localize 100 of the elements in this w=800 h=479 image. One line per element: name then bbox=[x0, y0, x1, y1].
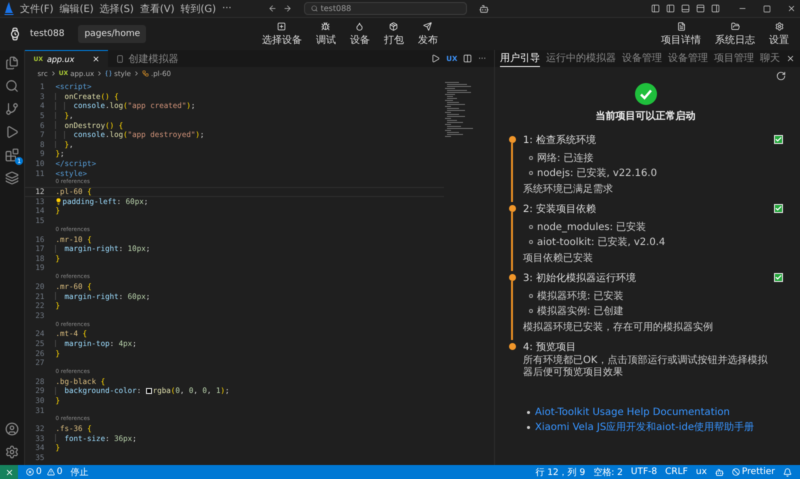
account-icon[interactable] bbox=[5, 422, 20, 436]
disabled-icon bbox=[732, 468, 740, 476]
panel-tab[interactable]: 用户引导 bbox=[500, 50, 540, 67]
bullet-icon bbox=[527, 411, 530, 414]
refresh-icon[interactable] bbox=[776, 71, 786, 81]
layout-icon[interactable] bbox=[651, 4, 660, 13]
maximize-icon[interactable] bbox=[763, 4, 772, 12]
run-icon[interactable] bbox=[5, 125, 20, 139]
task-status[interactable]: 停止 bbox=[70, 466, 88, 478]
status-item[interactable]: 行 12，列 9 bbox=[535, 466, 586, 478]
help-link[interactable]: Aiot-Toolkit Usage Help Documentation bbox=[535, 407, 730, 418]
copilot-icon[interactable] bbox=[714, 468, 724, 476]
timeline-dot bbox=[508, 274, 516, 281]
color-swatch bbox=[146, 388, 152, 394]
paper-plane-icon bbox=[423, 22, 432, 30]
step-item: aiot-toolkit: 已安装, v2.0.4 bbox=[537, 236, 666, 249]
forward-icon[interactable] bbox=[282, 4, 292, 13]
panel-tab[interactable]: 运行中的模拟器 bbox=[546, 50, 616, 67]
settings-icon bbox=[774, 22, 784, 30]
warning-icon bbox=[46, 468, 55, 476]
help-link[interactable]: Xiaomi Vela JS应用开发和aiot-ide使用帮助手册 bbox=[535, 420, 754, 434]
settings-icon[interactable] bbox=[5, 445, 20, 459]
search-icon bbox=[310, 5, 318, 12]
chevron-icon bbox=[96, 70, 104, 77]
step-summary: 系统环境已满足需求 bbox=[523, 184, 614, 196]
menu-item[interactable]: 文件(F) bbox=[20, 2, 54, 16]
panel-tab[interactable]: 设备管理 bbox=[668, 50, 708, 67]
panel-tab[interactable]: 设备管理 bbox=[622, 50, 662, 67]
toolbar-button[interactable]: 设备 bbox=[346, 22, 373, 46]
step-item: nodejs: 已安装, v22.16.0 bbox=[537, 166, 657, 180]
step-item: 模拟器环境: 已安装 bbox=[537, 290, 624, 303]
bullet-icon bbox=[529, 225, 533, 229]
page-selector[interactable]: pages/home bbox=[78, 25, 146, 43]
timeline-segment bbox=[511, 212, 513, 271]
remote-icon bbox=[4, 468, 14, 476]
device-name: test088 bbox=[30, 29, 64, 39]
more-actions[interactable]: ··· bbox=[478, 54, 486, 63]
problems-indicator[interactable]: 0 0 bbox=[26, 467, 62, 477]
prettier-status[interactable]: Prettier bbox=[732, 467, 775, 477]
toolbar-button[interactable]: 设置 bbox=[766, 22, 792, 46]
bullet-icon bbox=[529, 156, 533, 160]
close-icon[interactable] bbox=[787, 4, 796, 13]
menu-item[interactable]: 选择(S) bbox=[100, 2, 134, 16]
class-icon bbox=[142, 70, 149, 77]
panel-tab[interactable]: 聊天 bbox=[760, 50, 780, 67]
bullet-icon bbox=[529, 171, 533, 175]
toolbar-button[interactable]: 调试 bbox=[312, 22, 339, 46]
phone-icon bbox=[116, 55, 124, 63]
status-item[interactable]: CRLF bbox=[665, 467, 688, 477]
notification-icon[interactable] bbox=[783, 468, 792, 476]
step-title: 4: 预览项目 bbox=[523, 341, 577, 354]
search-field[interactable]: test088 bbox=[304, 2, 468, 15]
square-plus-icon bbox=[277, 22, 286, 30]
bug-icon bbox=[321, 22, 330, 30]
watch-icon bbox=[8, 27, 22, 41]
search-icon[interactable] bbox=[5, 79, 20, 93]
toolbar-button[interactable]: 发布 bbox=[414, 22, 441, 46]
copilot-icon[interactable] bbox=[479, 4, 490, 14]
toolbar-button[interactable]: 系统日志 bbox=[712, 22, 758, 46]
bullet-icon bbox=[529, 309, 533, 313]
toolbar-button[interactable]: 项目详情 bbox=[658, 22, 704, 46]
lightbulb-icon[interactable] bbox=[55, 198, 62, 205]
timeline-dot bbox=[508, 343, 516, 350]
close-icon[interactable] bbox=[92, 55, 100, 63]
back-icon[interactable] bbox=[268, 4, 277, 13]
panel-tab[interactable]: 项目管理 bbox=[714, 50, 754, 67]
step-summary: 所有环境都已OK，点击顶部运行或调试按钮并选择模拟器后便可预览项目效果 bbox=[523, 355, 768, 379]
step-title: 1: 检查系统环境 bbox=[523, 134, 597, 147]
timeline-segment bbox=[511, 281, 513, 340]
menu-item[interactable]: 查看(V) bbox=[140, 2, 174, 16]
menu-item[interactable]: 转到(G) bbox=[180, 2, 216, 16]
step-summary: 项目依赖已安装 bbox=[523, 253, 594, 265]
step-item: 网络: 已连接 bbox=[537, 152, 594, 165]
remote-explorer-icon[interactable] bbox=[5, 171, 20, 185]
menu-item[interactable]: 编辑(E) bbox=[60, 2, 94, 16]
layout-icon[interactable] bbox=[666, 4, 676, 13]
status-item[interactable]: UTF-8 bbox=[630, 467, 658, 477]
more-menu[interactable]: ··· bbox=[222, 3, 232, 14]
step-item: node_modules: 已安装 bbox=[537, 220, 646, 234]
chevron-icon bbox=[50, 70, 57, 77]
explorer-icon[interactable] bbox=[5, 56, 20, 70]
toolbar-button[interactable]: 选择设备 bbox=[258, 22, 305, 46]
status-title: 当前项目可以正常启动 bbox=[596, 109, 696, 123]
status-item[interactable]: ux bbox=[696, 467, 707, 477]
layout-icon[interactable] bbox=[696, 4, 706, 13]
layout-icon[interactable] bbox=[711, 4, 720, 13]
status-item[interactable]: 空格: 2 bbox=[593, 466, 623, 478]
toolbar-button[interactable]: 打包 bbox=[380, 22, 407, 46]
layout-icon[interactable] bbox=[681, 4, 690, 13]
document-icon bbox=[676, 22, 686, 30]
timeline-segment bbox=[511, 143, 513, 202]
timeline-dot bbox=[508, 205, 516, 212]
close-icon[interactable] bbox=[786, 54, 795, 63]
timeline-dot bbox=[508, 136, 516, 143]
run-icon[interactable] bbox=[431, 54, 440, 63]
source-control-icon[interactable] bbox=[5, 102, 20, 116]
error-icon bbox=[26, 468, 34, 476]
remote-indicator[interactable] bbox=[0, 465, 18, 479]
box-icon bbox=[389, 22, 398, 30]
split-editor-icon[interactable] bbox=[463, 54, 472, 63]
